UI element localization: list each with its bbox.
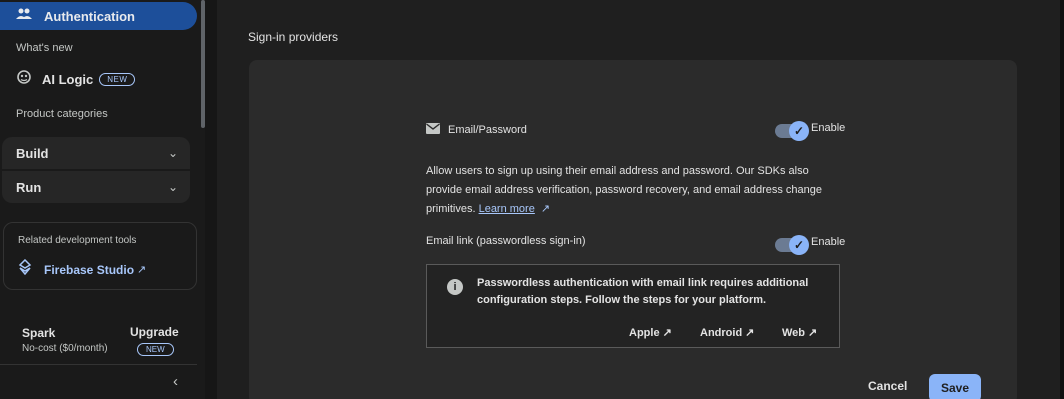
platform-label: Android [700,326,743,339]
save-button[interactable]: Save [929,374,981,399]
mail-icon [426,121,440,139]
provider-card [249,60,1017,399]
upgrade-link[interactable]: Upgrade [130,325,179,339]
external-link-icon: ↗ [540,203,551,215]
chevron-down-icon: ⌄ [167,146,178,160]
sidebar-edge [205,0,217,399]
provider-description: Allow users to sign up using their email… [426,162,846,219]
page-title: Sign-in providers [248,30,339,44]
cancel-button[interactable]: Cancel [868,379,907,393]
sidebar: Authentication What's new AI Logic NEW P… [0,0,205,399]
sidebar-item-label: AI Logic [42,71,94,87]
firebase-studio-link[interactable]: Firebase Studio ↗ [18,258,147,280]
email-password-toggle[interactable]: ✓ [775,121,809,141]
product-categories-heading: Product categories [16,108,108,120]
sidebar-item-authentication[interactable]: Authentication [0,2,197,30]
passwordless-info-box: i Passwordless authentication with email… [426,264,840,348]
plan-name: Spark [22,326,56,340]
category-run[interactable]: Run ⌄ [2,171,190,203]
external-link-icon: ↗ [137,264,147,276]
platform-label: Web [782,326,806,339]
platform-link-web[interactable]: Web ↗ [782,326,818,340]
new-badge: NEW [99,72,136,86]
category-build[interactable]: Build ⌄ [2,137,190,169]
related-tools-title: Related development tools [18,235,137,246]
enable-label: Enable [811,236,846,248]
sidebar-divider [0,364,197,365]
email-link-label: Email link (passwordless sign-in) [426,235,586,247]
enable-label: Enable [811,122,846,134]
provider-name: Email/Password [448,124,527,136]
platform-link-apple[interactable]: Apple ↗ [629,326,672,340]
sidebar-item-ai-logic[interactable]: AI Logic NEW [16,68,136,90]
related-tools-panel: Related development tools Firebase Studi… [3,222,197,290]
info-text: Passwordless authentication with email l… [477,277,809,306]
external-link-icon: ↗ [745,327,755,339]
collapse-sidebar-icon[interactable]: ‹ [173,373,178,390]
email-link-toggle[interactable]: ✓ [775,235,809,255]
people-icon [16,7,32,25]
provider-row: Email/Password [426,121,527,139]
external-link-icon: ↗ [662,327,672,339]
page-scrollbar[interactable] [1060,0,1064,399]
category-label: Run [16,179,42,195]
firebase-studio-icon [18,258,32,280]
check-icon: ✓ [789,235,809,255]
whats-new-heading: What's new [16,42,73,54]
learn-more-link[interactable]: Learn more [479,203,535,215]
check-icon: ✓ [789,121,809,141]
ai-logic-icon [16,69,32,90]
plan-price: No-cost ($0/month) [22,343,108,354]
external-link-icon: ↗ [808,327,818,339]
category-label: Build [16,145,49,161]
chevron-down-icon: ⌄ [167,180,178,194]
firebase-studio-label: Firebase Studio [44,262,135,277]
platform-link-android[interactable]: Android ↗ [700,326,755,340]
sidebar-item-label: Authentication [44,8,135,24]
platform-label: Apple [629,326,660,339]
info-icon: i [447,279,463,295]
upgrade-new-badge: NEW [137,343,174,356]
